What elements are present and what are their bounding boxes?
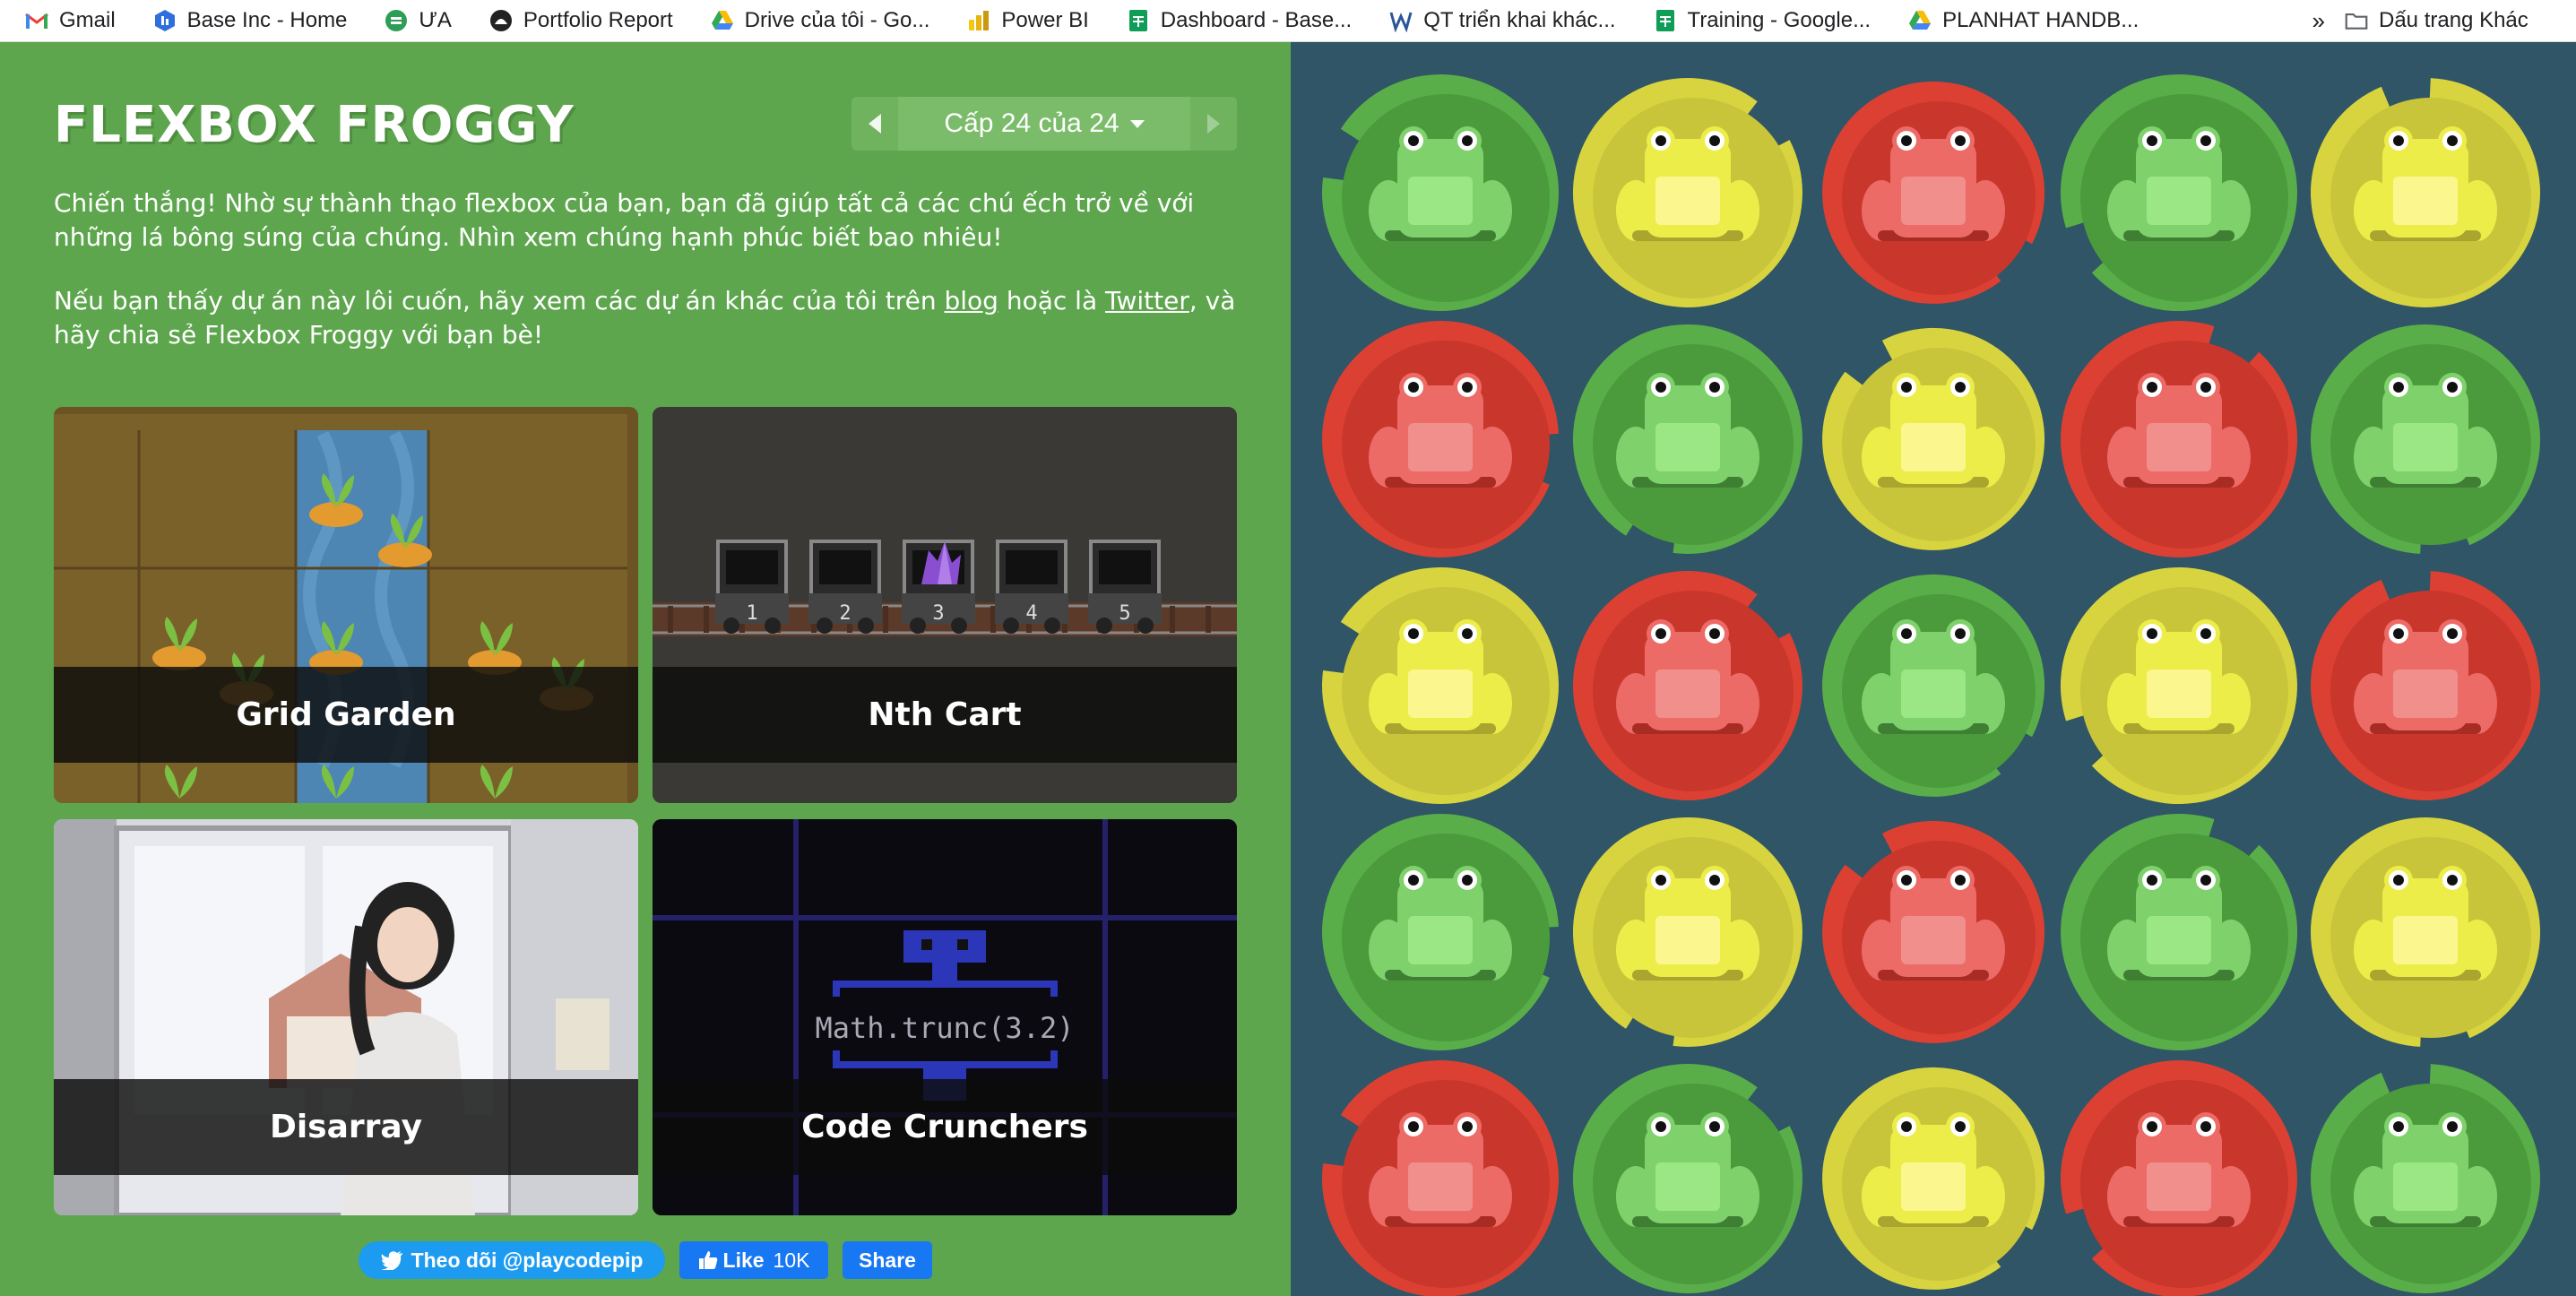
bookmark-label: Gmail <box>59 8 116 32</box>
bookmark-training[interactable]: Training - Google... <box>1629 0 1884 41</box>
game-card-title: Nth Cart <box>653 667 1237 763</box>
blog-link[interactable]: blog <box>944 286 998 315</box>
bookmark-planhat[interactable]: PLANHAT HANDB... <box>1883 0 2151 41</box>
mine-cart: 1 <box>715 540 789 634</box>
share-text-start: Nếu bạn thấy dự án này lôi cuốn, hãy xem… <box>54 286 945 315</box>
previous-level-button[interactable] <box>851 97 898 151</box>
bookmark-gmail[interactable]: Gmail <box>0 0 128 41</box>
bookmark-label: QT triển khai khác... <box>1423 8 1616 32</box>
level-indicator-dropdown[interactable]: Cấp 24 của 24 <box>898 97 1190 151</box>
next-level-button[interactable] <box>1190 97 1237 151</box>
level-indicator-label: Cấp 24 của 24 <box>944 108 1119 138</box>
twitter-bird-icon <box>380 1251 402 1270</box>
google-sheets-icon <box>1127 9 1150 32</box>
google-drive-icon <box>1908 9 1932 32</box>
share-text-mid: hoặc là <box>998 286 1106 315</box>
lilypad-grid <box>1321 74 2541 1296</box>
gmail-icon <box>25 9 48 32</box>
mine-cart: 4 <box>995 540 1068 634</box>
svg-text:4: 4 <box>1025 602 1037 625</box>
game-card-code-crunchers[interactable]: Math.trunc(3.2) Code Crunchers <box>653 819 1237 1215</box>
facebook-share-button[interactable]: Share <box>843 1241 932 1279</box>
base-icon <box>153 9 177 32</box>
bookmark-label: Power BI <box>1001 8 1089 32</box>
other-bookmarks-folder[interactable]: Dấu trang Khác <box>2334 0 2576 41</box>
facebook-like-label: Like <box>722 1248 765 1272</box>
svg-text:5: 5 <box>1119 602 1130 625</box>
bookmark-label: Base Inc - Home <box>186 8 348 32</box>
bookmark-power-bi[interactable]: Power BI <box>942 0 1101 41</box>
bookmark-label: Training - Google... <box>1687 8 1871 32</box>
bookmark-label: Dashboard - Base... <box>1160 8 1353 32</box>
share-message: Nếu bạn thấy dự án này lôi cuốn, hãy xem… <box>54 284 1246 352</box>
power-bi-icon <box>967 9 990 32</box>
game-card-nth-cart[interactable]: 1 2 3 4 5 Nth Cart <box>653 407 1237 803</box>
bookmark-label: PLANHAT HANDB... <box>1942 8 2139 32</box>
bookmark-qt-trien-khai[interactable]: QT triển khai khác... <box>1364 0 1628 41</box>
bookmarks-bar: Gmail Base Inc - Home ƯA Portfolio Repor… <box>0 0 2576 42</box>
mine-cart: 5 <box>1088 540 1162 634</box>
mine-cart: 2 <box>808 540 882 634</box>
portfolio-icon <box>489 9 513 32</box>
svg-text:3: 3 <box>932 602 944 625</box>
bookmark-base-home[interactable]: Base Inc - Home <box>128 0 360 41</box>
google-sheets-icon <box>1654 9 1677 32</box>
win-message: Chiến thắng! Nhờ sự thành thạo flexbox c… <box>54 188 1195 252</box>
folder-icon <box>2345 9 2368 32</box>
facebook-like-button[interactable]: Like 10K <box>679 1241 828 1279</box>
level-navigation: Cấp 24 của 24 <box>851 97 1237 151</box>
caret-down-icon <box>1129 119 1145 128</box>
arrow-right-icon <box>1207 114 1220 134</box>
other-bookmarks-label: Dấu trang Khác <box>2379 8 2528 32</box>
twitter-link[interactable]: Twitter <box>1105 286 1189 315</box>
bookmark-portfolio-report[interactable]: Portfolio Report <box>464 0 686 41</box>
twitter-follow-button[interactable]: Theo dõi @playcodepip <box>359 1241 665 1279</box>
game-card-title: Grid Garden <box>54 667 638 763</box>
bookmarks-overflow-chevron[interactable]: » <box>2312 0 2325 41</box>
game-card-grid-garden[interactable]: Grid Garden <box>54 407 638 803</box>
twitter-follow-label: Theo dõi @playcodepip <box>411 1248 644 1272</box>
game-card-title: Disarray <box>54 1079 638 1175</box>
bookmark-label: ƯA <box>419 8 452 32</box>
svg-text:2: 2 <box>839 602 851 625</box>
ua-icon <box>385 9 408 32</box>
bookmark-ua[interactable]: ƯA <box>359 0 464 41</box>
game-title: FLEXBOX FROGGY <box>54 96 575 154</box>
arrow-left-icon <box>869 114 881 134</box>
mine-cart-crystal: 3 <box>902 540 975 634</box>
facebook-like-count: 10K <box>773 1248 810 1272</box>
bookmark-label: Portfolio Report <box>523 8 673 32</box>
bookmark-dashboard[interactable]: Dashboard - Base... <box>1102 0 1364 41</box>
game-card-title: Code Crunchers <box>653 1079 1237 1175</box>
game-card-disarray[interactable]: Disarray <box>54 819 638 1215</box>
svg-text:1: 1 <box>746 602 757 625</box>
thumbs-up-icon <box>698 1251 717 1269</box>
word-icon <box>1389 9 1413 32</box>
facebook-share-label: Share <box>859 1248 916 1272</box>
code-expression: Math.trunc(3.2) <box>816 1011 1075 1045</box>
pond-board <box>1291 42 2576 1296</box>
google-drive-icon <box>711 9 734 32</box>
bookmark-label: Drive của tôi - Go... <box>744 8 930 32</box>
bookmark-drive[interactable]: Drive của tôi - Go... <box>686 0 943 41</box>
sidebar: FLEXBOX FROGGY Cấp 24 của 24 Chiến thắng… <box>0 42 1291 1296</box>
